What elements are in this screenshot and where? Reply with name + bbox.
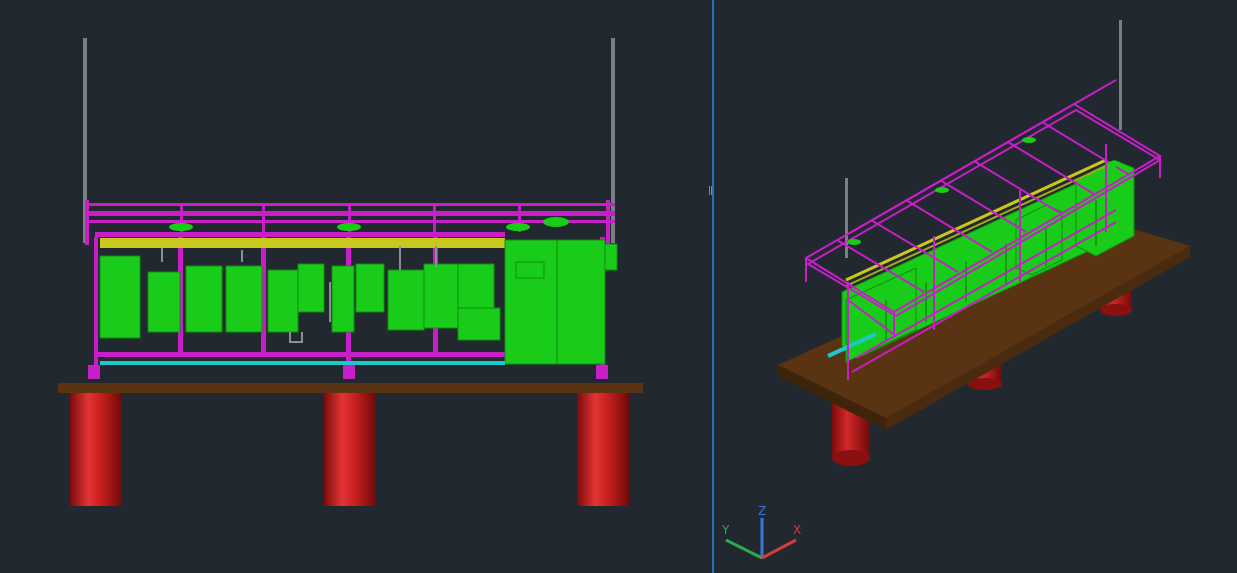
cable-tray — [100, 238, 505, 248]
y-axis-icon — [725, 538, 763, 560]
x-axis-icon — [761, 538, 797, 560]
light-fixtures — [169, 217, 569, 231]
foundation-piles — [70, 392, 629, 506]
x-axis-label: X — [793, 523, 801, 537]
front-elevation-drawing — [58, 38, 643, 506]
ucs-icon[interactable]: Z Y X — [721, 504, 801, 560]
splitter-grip-icon[interactable] — [709, 186, 712, 195]
z-axis-label: Z — [758, 504, 766, 518]
process-pipe — [100, 361, 505, 365]
equipment-modules — [99, 239, 618, 365]
skid-deck — [58, 383, 643, 393]
viewport-front-elevation[interactable] — [0, 0, 709, 573]
isometric-drawing: Z Y X — [721, 20, 1190, 560]
y-axis-label: Y — [721, 523, 730, 537]
viewport-splitter[interactable] — [709, 0, 716, 573]
viewport-divider — [712, 0, 714, 573]
viewport-isometric[interactable]: Z Y X — [716, 0, 1237, 573]
cad-workspace: Z Y X — [0, 0, 1237, 573]
